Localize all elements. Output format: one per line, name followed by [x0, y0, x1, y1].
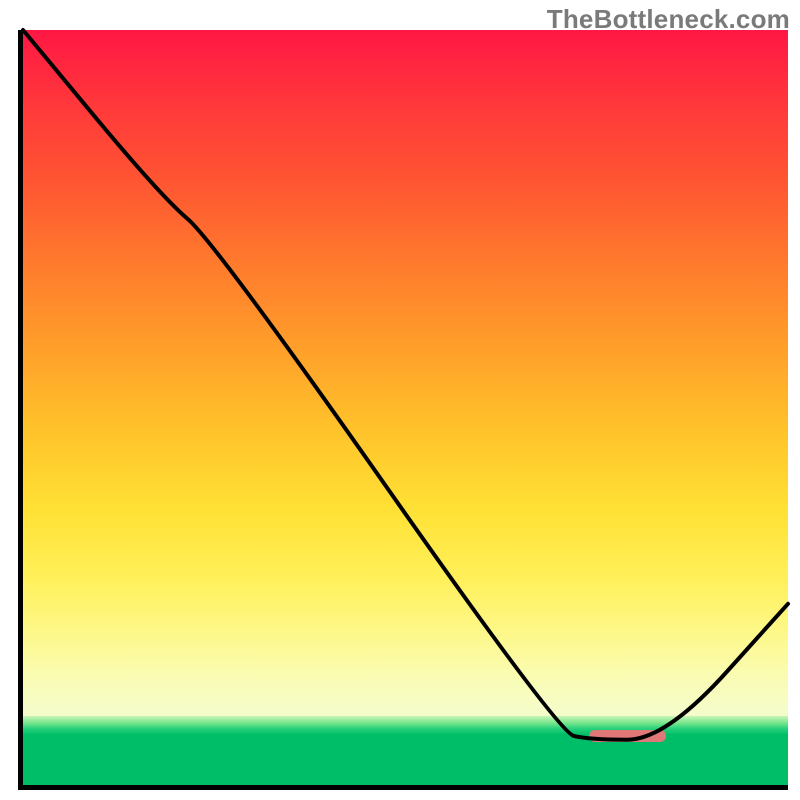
chart-stage: TheBottleneck.com [0, 0, 800, 800]
bottleneck-curve [23, 30, 788, 740]
curve-svg [23, 30, 788, 785]
plot-frame [18, 30, 788, 790]
